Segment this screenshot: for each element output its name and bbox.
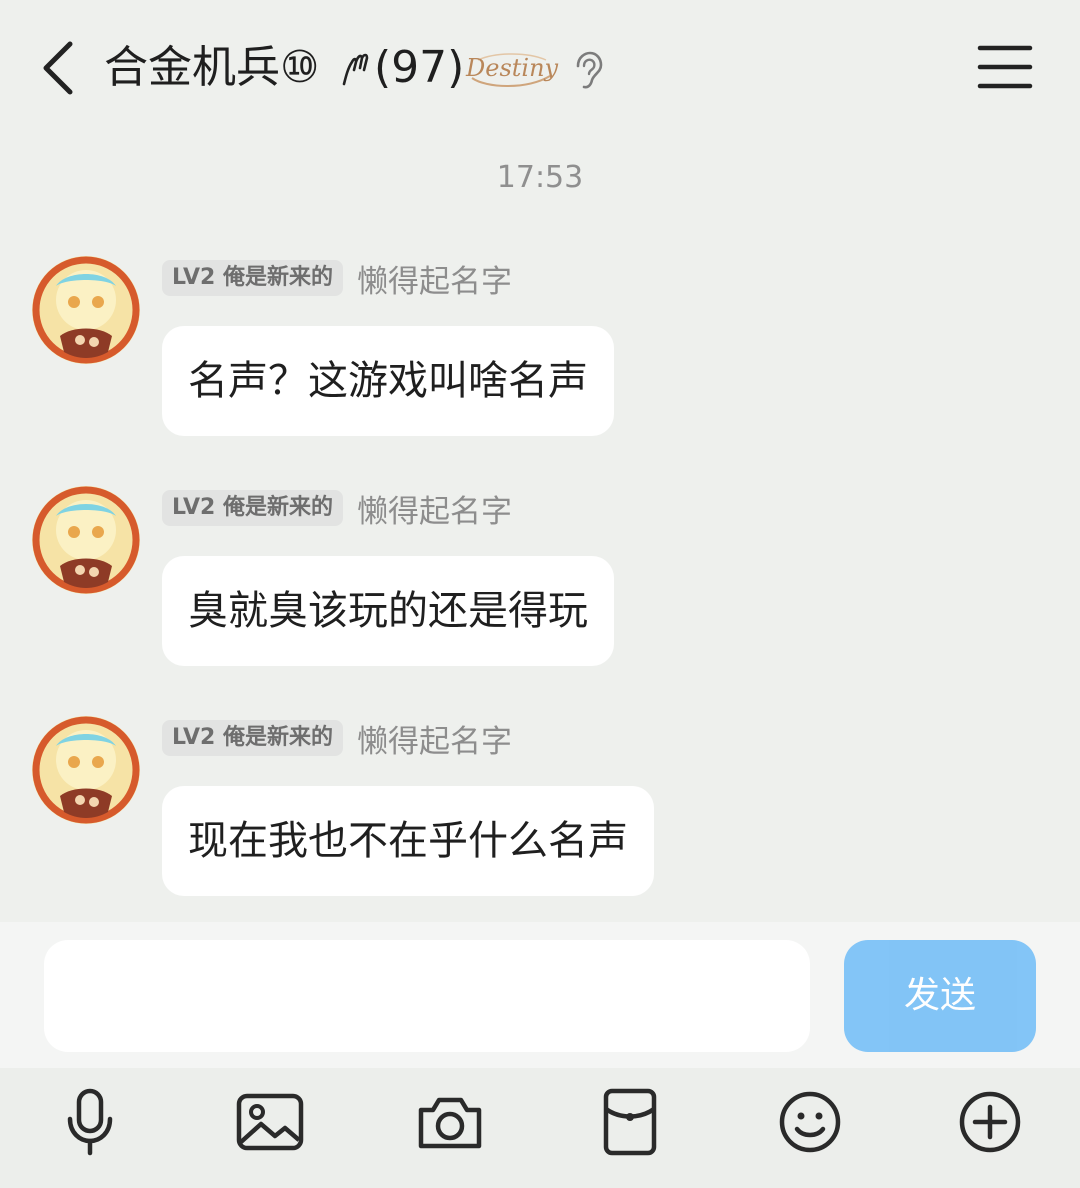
bottom-toolbar — [0, 1068, 1080, 1188]
message-meta: LV2 俺是新来的 懒得起名字 — [162, 716, 512, 761]
level-badge: LV2 俺是新来的 — [162, 720, 343, 756]
avatar[interactable] — [32, 716, 140, 824]
level-badge: LV2 俺是新来的 — [162, 260, 343, 296]
back-button[interactable] — [30, 34, 86, 102]
avatar[interactable] — [32, 486, 140, 594]
message-meta: LV2 俺是新来的 懒得起名字 — [162, 256, 512, 301]
sender-name[interactable]: 懒得起名字 — [357, 256, 512, 301]
menu-icon — [977, 45, 1033, 89]
red-packet-icon — [603, 1088, 657, 1156]
red-packet-button[interactable] — [590, 1082, 670, 1162]
camera-icon — [418, 1097, 482, 1149]
member-count[interactable]: (97) — [374, 38, 464, 98]
destiny-badge: Destiny — [466, 48, 559, 92]
image-icon — [236, 1093, 304, 1151]
ear-icon[interactable] — [570, 50, 604, 90]
destiny-badge-text: Destiny — [466, 54, 559, 82]
message-bubble[interactable]: 名声？这游戏叫啥名声 — [162, 326, 614, 436]
sender-name[interactable]: 懒得起名字 — [357, 716, 512, 761]
message-bubble[interactable]: 臭就臭该玩的还是得玩 — [162, 556, 614, 666]
voice-button[interactable] — [50, 1082, 130, 1162]
group-title[interactable]: 合金机兵⑩ — [104, 38, 319, 98]
camera-button[interactable] — [410, 1082, 490, 1162]
message-bubble[interactable]: 现在我也不在乎什么名声 — [162, 786, 654, 896]
message-timestamp: 17:53 — [496, 160, 584, 195]
image-button[interactable] — [230, 1082, 310, 1162]
message-input[interactable] — [44, 940, 810, 1052]
emoji-button[interactable] — [770, 1082, 850, 1162]
send-button[interactable]: 发送 — [844, 940, 1036, 1052]
sender-name[interactable]: 懒得起名字 — [357, 486, 512, 531]
hand-icon — [342, 53, 369, 86]
more-button[interactable] — [950, 1082, 1030, 1162]
input-bar: 发送 — [0, 922, 1080, 1068]
menu-button[interactable] — [974, 40, 1036, 96]
back-arrow-icon — [43, 41, 73, 95]
level-badge: LV2 俺是新来的 — [162, 490, 343, 526]
microphone-icon — [67, 1088, 113, 1156]
message-meta: LV2 俺是新来的 懒得起名字 — [162, 486, 512, 531]
chat-header: 合金机兵⑩ (97) Destiny — [0, 0, 1080, 140]
emoji-icon — [779, 1091, 841, 1153]
plus-icon — [959, 1091, 1021, 1153]
avatar[interactable] — [32, 256, 140, 364]
